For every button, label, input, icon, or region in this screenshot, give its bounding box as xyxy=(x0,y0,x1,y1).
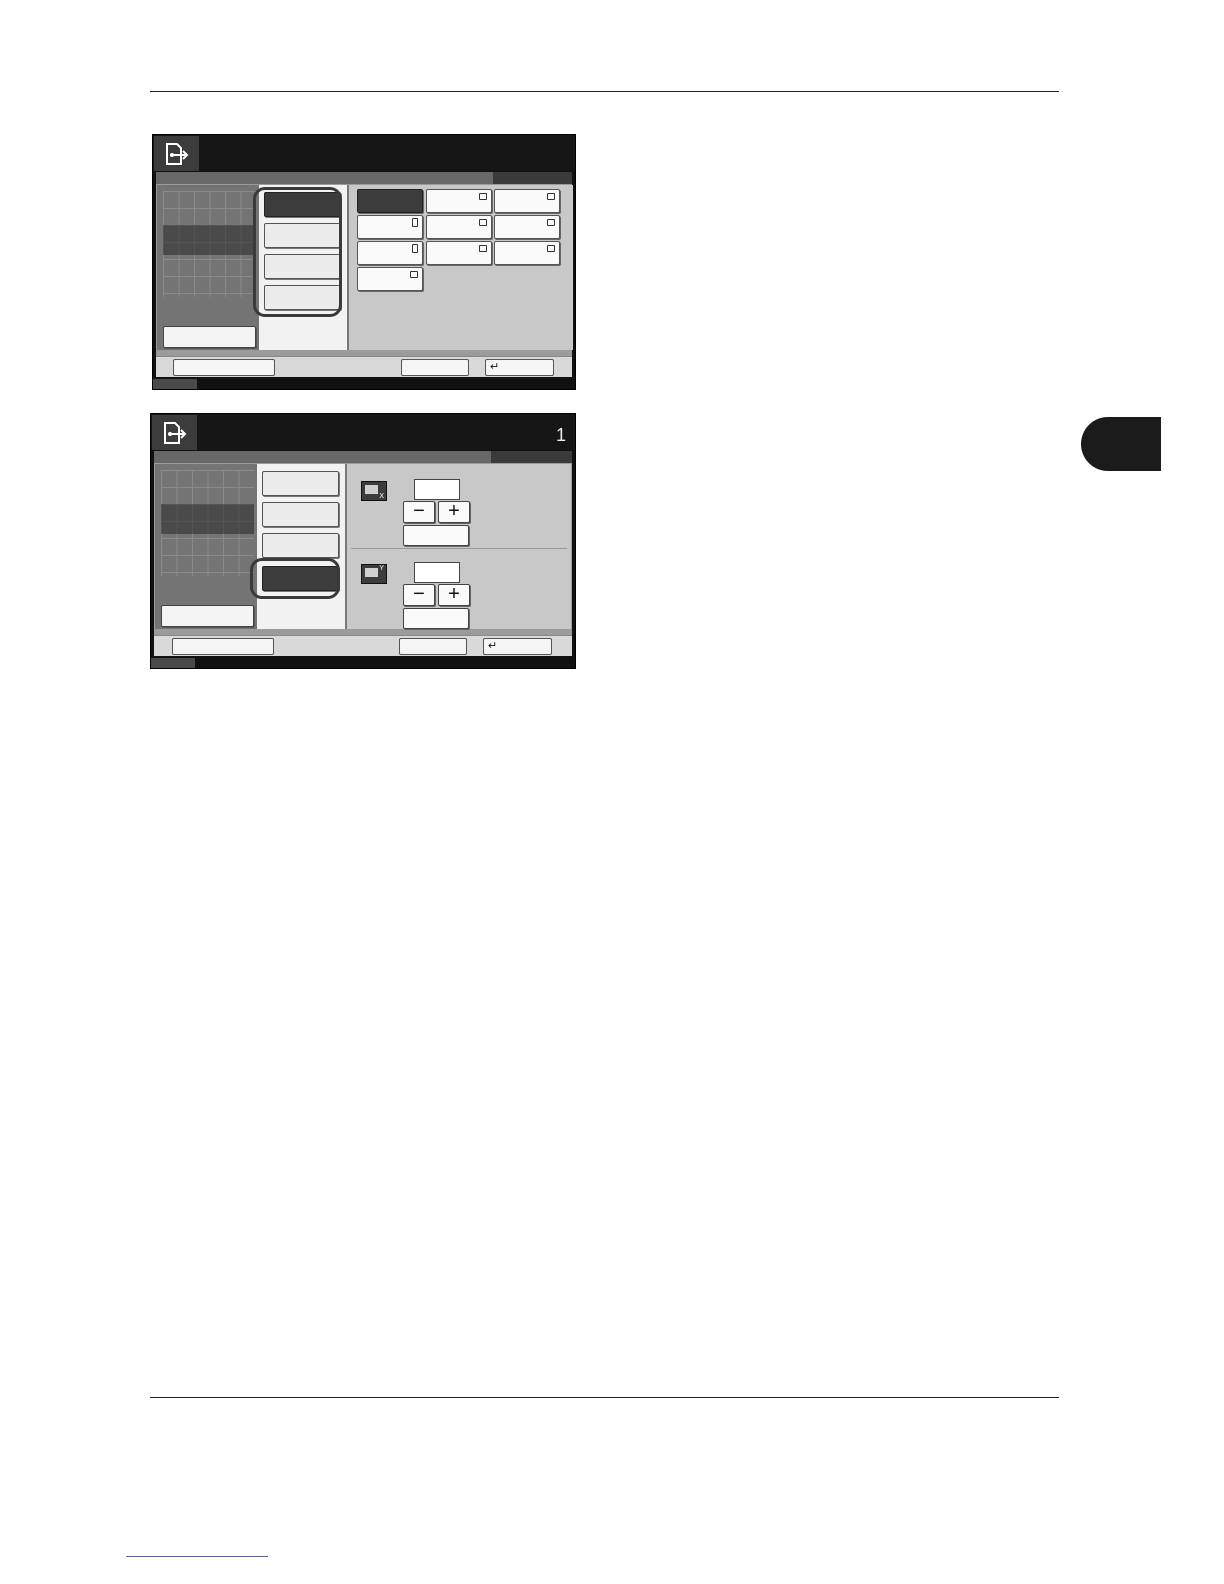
header-rule xyxy=(150,91,1059,92)
paper-key[interactable] xyxy=(494,189,560,213)
option-item[interactable] xyxy=(262,533,339,558)
copy-count: 1 xyxy=(555,425,566,445)
landscape-paper-icon xyxy=(547,245,555,252)
status-indicator xyxy=(151,658,195,668)
touch-panel-screen-1: ↵ xyxy=(152,134,576,390)
return-arrow-icon: ↵ xyxy=(490,361,500,373)
footer-bar: ↵ xyxy=(154,635,572,656)
preview-button[interactable] xyxy=(161,605,254,627)
option-list xyxy=(257,464,345,629)
landscape-paper-icon xyxy=(410,271,418,278)
title-bar xyxy=(153,135,575,171)
preview-button[interactable] xyxy=(163,326,256,348)
paper-key[interactable] xyxy=(357,267,423,291)
paper-key[interactable] xyxy=(494,215,560,239)
portrait-paper-icon xyxy=(412,218,418,227)
x-plus-button[interactable]: + xyxy=(438,501,470,523)
footer-bar: ↵ xyxy=(156,356,572,377)
y-axis-icon: Y xyxy=(361,564,387,584)
paper-key[interactable] xyxy=(426,241,492,265)
landscape-paper-icon xyxy=(479,193,487,200)
chapter-tab xyxy=(1081,417,1161,471)
preview-shade xyxy=(163,225,256,255)
copy-output-icon[interactable] xyxy=(154,136,199,171)
paper-size-pane xyxy=(347,185,573,350)
paper-key[interactable] xyxy=(426,189,492,213)
paper-key-selected[interactable] xyxy=(357,189,423,213)
footer-left-button[interactable] xyxy=(173,359,275,376)
footer-left-button[interactable] xyxy=(172,638,274,655)
paper-key[interactable] xyxy=(357,241,423,265)
x-axis-icon: X xyxy=(361,481,387,501)
preview-pane xyxy=(157,185,259,350)
title-bar: 1 xyxy=(151,414,575,450)
ok-button[interactable]: ↵ xyxy=(483,638,552,655)
y-plus-button[interactable]: + xyxy=(438,584,470,606)
mode-strip xyxy=(156,172,572,184)
preview-shade xyxy=(161,504,254,534)
footer-rule xyxy=(150,1397,1059,1398)
portrait-paper-icon xyxy=(412,244,418,253)
touch-panel-screen-2: 1 X − + Y − + ↵ xyxy=(150,413,576,669)
ok-button[interactable]: ↵ xyxy=(485,359,554,376)
panel-body: X − + Y − + xyxy=(154,451,572,656)
x-numeric-keys-button[interactable] xyxy=(403,525,469,546)
x-value-field[interactable] xyxy=(414,479,460,500)
x-minus-button[interactable]: − xyxy=(403,501,435,523)
cancel-button[interactable] xyxy=(401,359,469,376)
preview-pane xyxy=(155,464,257,629)
option-item[interactable] xyxy=(262,471,339,496)
option-item[interactable] xyxy=(262,502,339,527)
return-arrow-icon: ↵ xyxy=(488,640,498,652)
y-numeric-keys-button[interactable] xyxy=(403,608,469,629)
landscape-paper-icon xyxy=(547,193,555,200)
landscape-paper-icon xyxy=(479,219,487,226)
cancel-button[interactable] xyxy=(399,638,467,655)
landscape-paper-icon xyxy=(479,245,487,252)
landscape-paper-icon xyxy=(547,219,555,226)
footer-link-underline xyxy=(126,1556,268,1557)
paper-key[interactable] xyxy=(357,215,423,239)
highlight-ring xyxy=(253,187,342,317)
mode-strip xyxy=(154,451,572,463)
copy-output-icon[interactable] xyxy=(152,415,197,450)
paper-key[interactable] xyxy=(426,215,492,239)
y-minus-button[interactable]: − xyxy=(403,584,435,606)
y-value-field[interactable] xyxy=(414,562,460,583)
status-indicator xyxy=(153,379,197,389)
axis-divider xyxy=(351,548,567,549)
highlight-ring xyxy=(250,558,340,599)
paper-key[interactable] xyxy=(494,241,560,265)
panel-body xyxy=(156,172,573,377)
axis-adjust-pane: X − + Y − + xyxy=(345,464,571,629)
